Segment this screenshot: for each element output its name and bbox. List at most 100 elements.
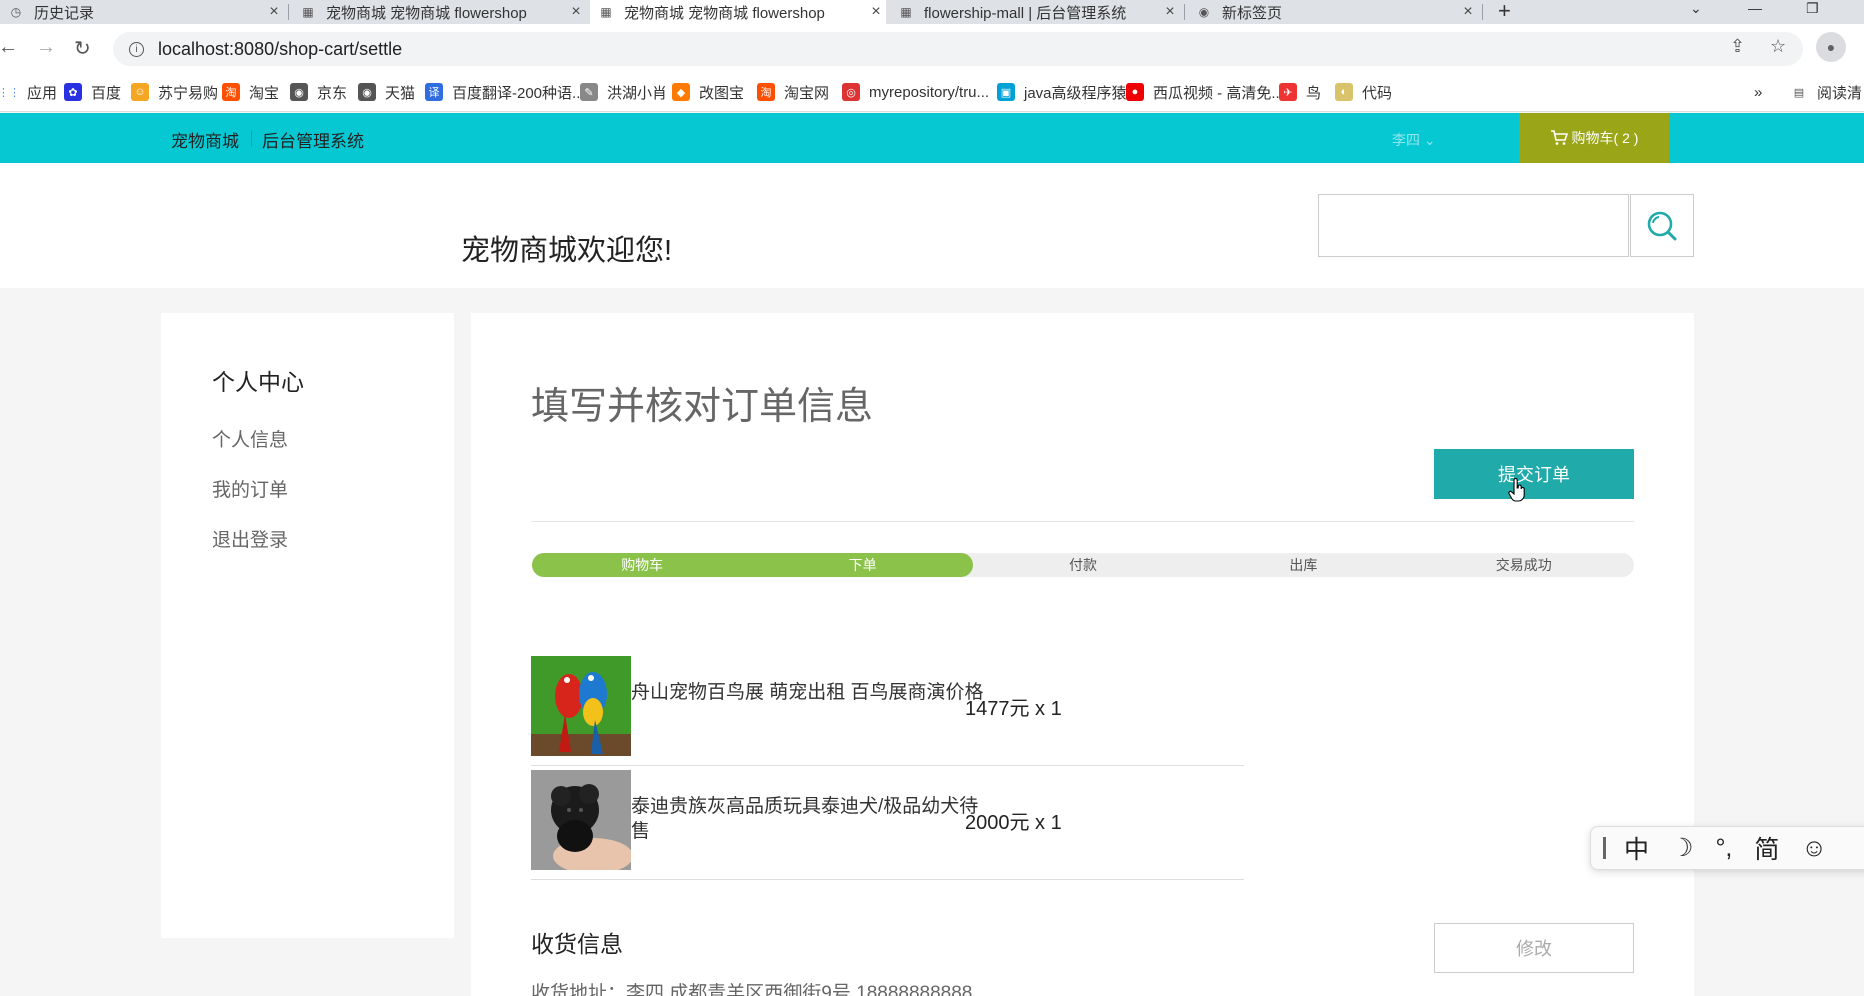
bookmark-label: 天猫 [385,84,416,102]
sidebar-item-logout[interactable]: 退出登录 [212,525,288,552]
ime-simplified-toggle[interactable]: 简 [1754,830,1779,866]
chrome-icon: ◉ [1198,5,1210,19]
drag-handle[interactable] [1603,837,1606,859]
bookmark-item[interactable]: ✈ 鸟 [1279,80,1321,104]
bookmark-item[interactable]: ◐ 代码 [1335,80,1392,104]
item-name[interactable]: 泰迪贵族灰高品质玩具泰迪犬/极品幼犬待售 [631,794,991,844]
bookmark-item[interactable]: ⋮⋮ 应用 [0,80,57,104]
bookmark-item[interactable]: 淘淘宝 [222,80,279,104]
close-icon[interactable]: × [264,3,284,21]
tab-separator [288,4,289,20]
bookmark-label: 百度翻译-200种语... [452,84,585,102]
star-icon[interactable]: ☆ [1770,36,1786,57]
bookmark-label: myrepository/tru... [869,83,990,101]
sidebar-item-orders[interactable]: 我的订单 [212,475,288,502]
page-title: 填写并核对订单信息 [531,386,874,428]
admin-link[interactable]: 后台管理系统 [262,127,364,152]
omnibox[interactable]: i localhost:8080/shop-cart/settle [113,32,1803,66]
search-input[interactable] [1318,194,1629,257]
taobao-icon: 淘 [757,83,775,101]
tab-label: flowership-mall | 后台管理系统 [924,4,1127,22]
close-icon[interactable]: × [1160,3,1180,21]
minimize-icon[interactable]: — [1748,0,1762,16]
url-text[interactable]: localhost:8080/shop-cart/settle [158,39,402,60]
tab-separator [1184,4,1185,20]
poodle-icon[interactable] [531,770,631,870]
progress-step: 购物车 [621,557,664,573]
apps-icon: ⋮⋮ [0,86,20,99]
tab-new-tab[interactable]: ◉ 新标签页 × [1188,0,1478,24]
bookmark-label: 应用 [27,84,58,102]
hand-cursor-icon [1508,478,1525,502]
tab-label: 历史记录 [34,4,95,22]
site-favicon-icon: ▦ [600,5,612,19]
bookmark-item[interactable]: ◆ 改图宝 [672,80,744,104]
user-menu[interactable]: 李四 ⌄ [1392,130,1436,150]
close-icon[interactable]: × [1458,3,1478,21]
brand-link[interactable]: 宠物商城 [171,127,239,152]
ime-emoji-icon[interactable]: ☺ [1801,834,1827,863]
cart-button[interactable]: 购物车( 2 ) [1519,113,1669,163]
browser-tab-strip: ◷ 历史记录 × ▦ 宠物商城 宠物商城 flowershop × ▦ 宠物商城… [0,0,1864,24]
bookmark-item[interactable]: 淘淘宝网 [757,80,829,104]
bookmark-item[interactable]: 译百度翻译-200种语... [425,80,585,104]
reading-list-button[interactable]: ▤ 阅读清 [1790,80,1862,104]
bookmark-label: 淘宝网 [784,84,830,102]
tab-history[interactable]: ◷ 历史记录 × [0,0,284,24]
gaitubao-icon: ◆ [672,83,690,101]
suning-icon: ☺ [131,83,149,101]
ime-moon-icon[interactable]: ☽ [1671,833,1693,863]
search-button[interactable] [1630,194,1694,257]
tab-search-icon[interactable]: ⌄ [1690,0,1702,17]
restore-icon[interactable]: ❐ [1806,0,1819,17]
close-icon[interactable]: × [866,3,886,21]
shipping-title: 收货信息 [531,931,623,957]
site-top-nav: 宠物商城 后台管理系统 李四 ⌄ 购物车( 2 ) [0,113,1864,163]
bookmarks-more-button[interactable]: » [1754,80,1762,104]
shipping-address: 收货地址：李四 成都青羊区西御街9号 18888888888 [531,983,973,996]
tmall-icon: ◉ [358,83,376,101]
progress-step: 付款 [1068,557,1097,573]
bookmark-label: 百度 [91,84,122,102]
bookmark-item[interactable]: ◉ 天猫 [358,80,415,104]
progress-step: 下单 [848,557,877,573]
sidebar-item-profile[interactable]: 个人信息 [212,425,288,452]
edit-address-button[interactable]: 修改 [1434,923,1634,973]
share-icon[interactable]: ⇪ [1730,36,1745,57]
bookmark-item[interactable]: ◉ 京东 [290,80,347,104]
parrot-icon[interactable] [531,656,631,756]
bookmark-item[interactable]: ▣ java高级程序猿 [997,80,1127,104]
bookmarks-bar: ⋮⋮ 应用 ✿ 百度 ☺ 苏宁易购淘淘宝 ◉ 京东 ◉ 天猫译百度翻译-200种语... ✎ 洪湖小肖… [0,74,1864,112]
bookmark-label: 改图宝 [699,84,745,102]
forward-icon[interactable]: → [36,36,56,59]
item-price: 1477元 x 1 [965,698,1062,720]
tab-shop-1[interactable]: ▦ 宠物商城 宠物商城 flowershop × [292,0,586,24]
reload-icon[interactable]: ↻ [74,36,91,61]
profile-avatar-icon[interactable]: ● [1816,32,1846,62]
sidebar-title: 个人中心 [212,369,304,395]
tab-shop-active[interactable]: ▦ 宠物商城 宠物商城 flowershop × [590,0,886,24]
back-icon[interactable]: ← [0,36,18,59]
order-progress-bar: 购物车 下单 付款 出库 交易成功 [532,553,1634,577]
new-tab-button[interactable]: + [1498,0,1511,22]
bookmark-label: 苏宁易购 [158,84,219,102]
ime-chinese-toggle[interactable]: 中 [1624,830,1649,866]
tab-admin[interactable]: ▦ flowership-mall | 后台管理系统 × [890,0,1180,24]
bookmark-item[interactable]: ☺ 苏宁易购 [131,80,218,104]
close-icon[interactable]: × [566,3,586,21]
jd-icon: ◉ [290,83,308,101]
order-item-row: 泰迪贵族灰高品质玩具泰迪犬/极品幼犬待售 2000元 x 1 [531,766,1244,880]
site-favicon-icon: ▦ [302,5,314,19]
bookmark-item[interactable]: ● 西瓜视频 - 高清免... [1126,80,1284,104]
bookmark-item[interactable]: ✎ 洪湖小肖 [580,80,667,104]
submit-order-button[interactable]: 提交订单 [1434,449,1634,499]
bookmark-label: 代码 [1362,84,1393,102]
bookmark-item[interactable]: ◎ myrepository/tru... [842,80,989,104]
ime-punctuation-toggle[interactable]: °, [1715,834,1732,863]
bookmark-item[interactable]: ✿ 百度 [64,80,121,104]
divider [531,521,1634,522]
info-icon[interactable]: i [129,41,144,57]
item-name[interactable]: 舟山宠物百鸟展 萌宠出租 百鸟展商演价格 [631,680,991,705]
reading-list-icon: ▤ [1793,86,1805,99]
progress-step: 交易成功 [1495,557,1552,573]
